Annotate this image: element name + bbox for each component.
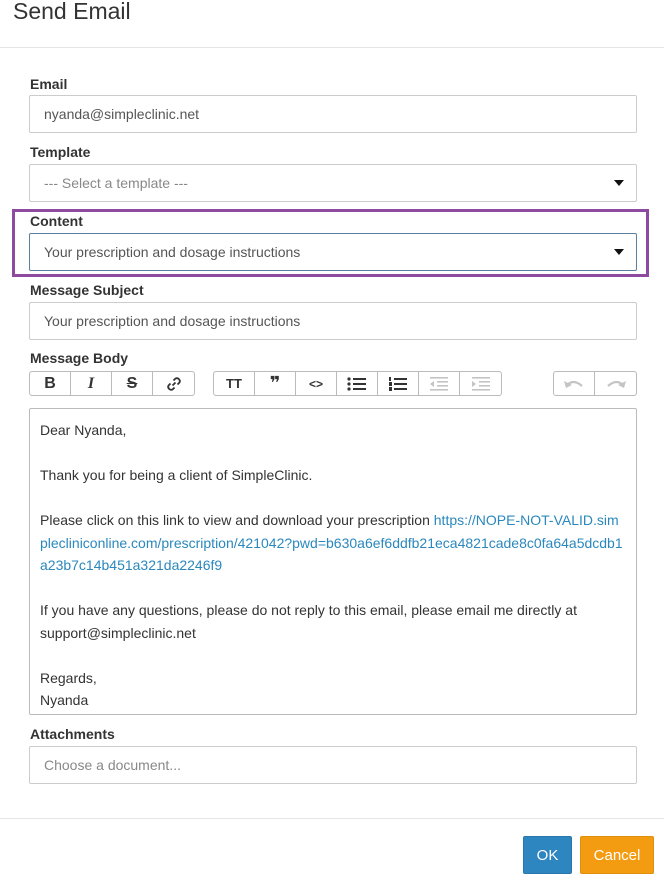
attachments-input[interactable]: Choose a document...	[29, 746, 637, 784]
heading-icon: TT	[226, 376, 242, 391]
caret-down-icon	[614, 180, 624, 186]
redo-button[interactable]	[595, 372, 636, 395]
toolbar-block-group: TT ❞ <>	[213, 371, 502, 396]
undo-button[interactable]	[554, 372, 595, 395]
strikethrough-icon: S	[126, 374, 138, 392]
outdent-button[interactable]	[419, 372, 460, 395]
indent-icon	[471, 376, 490, 391]
strikethrough-button[interactable]: S	[112, 372, 153, 395]
footer-divider	[0, 818, 664, 819]
content-select[interactable]: Your prescription and dosage instruction…	[29, 233, 637, 271]
template-select-value: --- Select a template ---	[44, 175, 188, 191]
toolbar-history-group	[553, 371, 637, 396]
quote-button[interactable]: ❞	[255, 372, 296, 395]
ok-button[interactable]: OK	[523, 836, 572, 874]
template-select[interactable]: --- Select a template ---	[29, 164, 637, 202]
cancel-button[interactable]: Cancel	[580, 836, 654, 874]
body-line-link: Please click on this link to view and do…	[40, 509, 626, 577]
heading-button[interactable]: TT	[214, 372, 255, 395]
indent-button[interactable]	[460, 372, 501, 395]
redo-icon	[606, 380, 626, 388]
message-body-label: Message Body	[30, 350, 129, 366]
body-signature: Nyanda	[40, 692, 89, 708]
quote-icon: ❞	[269, 373, 281, 393]
body-line-questions: If you have any questions, please do not…	[40, 602, 577, 641]
email-label: Email	[30, 76, 68, 92]
content-select-value: Your prescription and dosage instruction…	[44, 244, 301, 260]
body-signoff: Regards,	[40, 669, 97, 686]
body-greeting: Dear Nyanda,	[40, 422, 127, 438]
bullet-list-icon	[347, 376, 366, 391]
italic-icon: I	[87, 374, 95, 392]
outdent-icon	[430, 376, 448, 391]
dialog-title: Send Email	[13, 0, 131, 24]
message-body-editor[interactable]: Dear Nyanda, Thank you for being a clien…	[29, 408, 637, 715]
body-line-thanks: Thank you for being a client of SimpleCl…	[40, 467, 313, 483]
code-button[interactable]: <>	[296, 372, 337, 395]
code-icon: <>	[308, 376, 323, 391]
toolbar-format-group: B I S	[29, 371, 195, 396]
bold-icon: B	[44, 374, 56, 392]
content-label: Content	[30, 213, 83, 229]
email-field[interactable]: nyanda@simpleclinic.net	[29, 95, 637, 133]
subject-label: Message Subject	[30, 282, 144, 298]
link-button[interactable]	[153, 372, 194, 395]
caret-down-icon	[614, 249, 624, 255]
bold-button[interactable]: B	[30, 372, 71, 395]
attachments-label: Attachments	[30, 726, 115, 742]
body-link-prefix: Please click on this link to view and do…	[40, 512, 434, 528]
template-label: Template	[30, 144, 91, 160]
bullet-list-button[interactable]	[337, 372, 378, 395]
numbered-list-button[interactable]	[378, 372, 419, 395]
numbered-list-icon	[389, 376, 407, 391]
undo-icon	[564, 380, 583, 388]
dialog-header: Send Email	[0, 0, 664, 48]
italic-button[interactable]: I	[71, 372, 112, 395]
link-icon	[166, 376, 181, 391]
subject-input[interactable]: Your prescription and dosage instruction…	[29, 302, 637, 340]
